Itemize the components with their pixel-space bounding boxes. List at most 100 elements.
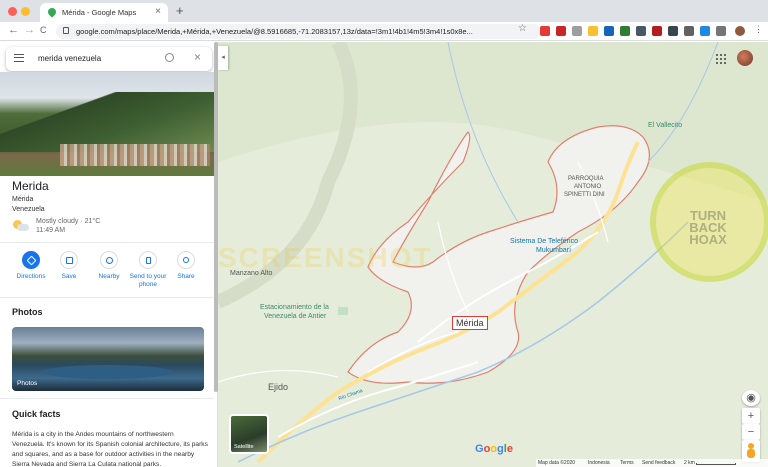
save-label: Save xyxy=(61,273,77,280)
photos-thumbnail[interactable]: Photos xyxy=(12,327,204,391)
account-avatar[interactable] xyxy=(737,50,753,66)
google-logo: Google xyxy=(475,443,513,455)
share-button[interactable]: Share xyxy=(170,251,202,281)
address-bar[interactable]: google.com/maps/place/Merida,+Mérida,+Ve… xyxy=(56,24,541,39)
map-footer: Map data ©2020 Indonesia Terms Send feed… xyxy=(536,459,768,467)
google-apps-icon[interactable] xyxy=(716,54,726,64)
map-label-ejido[interactable]: Ejido xyxy=(268,382,288,392)
satellite-layer-toggle[interactable]: Satellite xyxy=(229,414,269,454)
map-label-manzano[interactable]: Manzano Alto xyxy=(230,270,272,277)
extension-icon-8[interactable] xyxy=(652,26,662,36)
hero-town xyxy=(60,144,210,166)
weather-text: Mostly cloudy · 21°C xyxy=(36,218,101,225)
search-box[interactable]: merida venezuela × xyxy=(6,47,212,71)
collapse-panel-button[interactable]: ◂ xyxy=(218,46,228,70)
map-label-antonio[interactable]: ANTONIO xyxy=(574,184,601,190)
lock-icon xyxy=(63,27,69,34)
extension-icon-3[interactable] xyxy=(572,26,582,36)
extension-icon-4[interactable] xyxy=(588,26,598,36)
map-label-teleferico[interactable]: Sistema De Teleférico xyxy=(510,238,578,245)
bookmark-star-icon[interactable]: ☆ xyxy=(518,23,528,34)
send-to-phone-button[interactable]: Send to your phone xyxy=(126,251,170,289)
actions-divider xyxy=(0,242,214,243)
scale-label[interactable]: 2 km xyxy=(684,460,695,466)
nearby-icon xyxy=(100,251,118,269)
profile-avatar[interactable] xyxy=(735,26,745,36)
save-button[interactable]: Save xyxy=(54,251,84,281)
photos-caption: Photos xyxy=(17,380,38,387)
scale-bar xyxy=(696,463,736,465)
photos-divider xyxy=(0,297,214,298)
new-tab-button[interactable]: + xyxy=(176,3,184,18)
place-panel: merida venezuela × Merida Mérida Venezue… xyxy=(0,42,218,467)
terms-link[interactable]: Terms xyxy=(620,460,634,466)
map-label-mukumbari[interactable]: Mukumbarí xyxy=(536,247,571,254)
map-canvas[interactable]: SCREENSHOT TURN BACK HOAX El Vallecito P… xyxy=(218,42,768,467)
quick-facts-divider xyxy=(0,398,214,399)
quick-facts-text: Mérida is a city in the Andes mountains … xyxy=(12,431,208,467)
bookmark-icon xyxy=(60,251,78,269)
hero-mountains xyxy=(0,92,214,152)
region-link[interactable]: Indonesia xyxy=(588,460,610,466)
browser-tab-strip: Mérida - Google Maps × + xyxy=(0,0,768,22)
satellite-label: Satellite xyxy=(234,444,254,450)
forward-button[interactable]: → xyxy=(24,24,35,36)
city-marker-label[interactable]: Mérida xyxy=(452,316,488,330)
watermark-line-3: HOAX xyxy=(689,232,727,247)
nearby-button[interactable]: Nearby xyxy=(92,251,126,281)
tab-title: Mérida - Google Maps xyxy=(62,8,137,17)
quick-facts-heading: Quick facts xyxy=(12,409,61,419)
place-title: Merida xyxy=(12,179,49,193)
extension-icon-1[interactable] xyxy=(540,26,550,36)
photo-lake xyxy=(42,365,172,379)
browser-menu-icon[interactable]: ⋮ xyxy=(754,24,764,34)
map-label-estacionamiento[interactable]: Estacionamiento de la xyxy=(260,304,329,311)
place-hero-photo[interactable] xyxy=(0,72,214,176)
address-url: google.com/maps/place/Merida,+Mérida,+Ve… xyxy=(76,27,473,36)
directions-icon xyxy=(22,251,40,269)
zoom-out-button[interactable]: − xyxy=(742,424,760,440)
place-region: Mérida xyxy=(12,196,34,203)
extension-icon-12[interactable] xyxy=(716,26,726,36)
search-input[interactable]: merida venezuela xyxy=(38,54,101,63)
map-label-vallecito[interactable]: El Vallecito xyxy=(648,122,682,129)
extension-icon-5[interactable] xyxy=(604,26,614,36)
panel-scrollbar[interactable] xyxy=(214,42,218,392)
extension-icon-11[interactable] xyxy=(700,26,710,36)
send-to-phone-label: Send to your phone xyxy=(129,273,167,288)
send-feedback-link[interactable]: Send feedback xyxy=(642,460,675,466)
map-label-spinetti[interactable]: SPINETTI DINI xyxy=(564,192,605,198)
photos-heading: Photos xyxy=(12,307,43,317)
close-window-icon[interactable] xyxy=(8,7,17,16)
back-button[interactable]: ← xyxy=(8,24,19,36)
extension-icon-2[interactable] xyxy=(556,26,566,36)
map-data-credit: Map data ©2020 xyxy=(538,460,576,466)
extension-icon-7[interactable] xyxy=(636,26,646,36)
nearby-label: Nearby xyxy=(98,273,120,280)
directions-button[interactable]: Directions xyxy=(14,251,48,281)
extension-icon-9[interactable] xyxy=(668,26,678,36)
extension-icon-10[interactable] xyxy=(684,26,694,36)
map-label-parroquia[interactable]: PARROQUIA xyxy=(568,176,604,182)
browser-tab[interactable]: Mérida - Google Maps × xyxy=(40,3,168,22)
search-icon[interactable] xyxy=(165,53,174,62)
extension-icon-6[interactable] xyxy=(620,26,630,36)
close-icon[interactable]: × xyxy=(194,50,201,64)
watermark-seal-text: TURN BACK HOAX xyxy=(678,209,738,247)
share-icon xyxy=(177,251,195,269)
weather-time: 11:49 AM xyxy=(36,227,66,234)
tab-close-icon[interactable]: × xyxy=(155,6,161,17)
share-label: Share xyxy=(177,273,195,280)
phone-icon xyxy=(139,251,157,269)
map-label-venezuela-antier[interactable]: Venezuela de Antier xyxy=(264,313,326,320)
minimize-window-icon[interactable] xyxy=(21,7,30,16)
menu-icon[interactable] xyxy=(14,54,24,62)
reload-button[interactable]: C xyxy=(40,25,47,35)
place-country: Venezuela xyxy=(12,206,45,213)
google-maps-favicon-icon xyxy=(46,6,58,18)
directions-label: Directions xyxy=(16,273,46,280)
partly-cloudy-icon xyxy=(13,220,29,232)
my-location-button[interactable]: ◉ xyxy=(742,390,760,406)
browser-toolbar: ← → C google.com/maps/place/Merida,+Méri… xyxy=(0,22,768,41)
zoom-in-button[interactable]: + xyxy=(742,408,760,424)
